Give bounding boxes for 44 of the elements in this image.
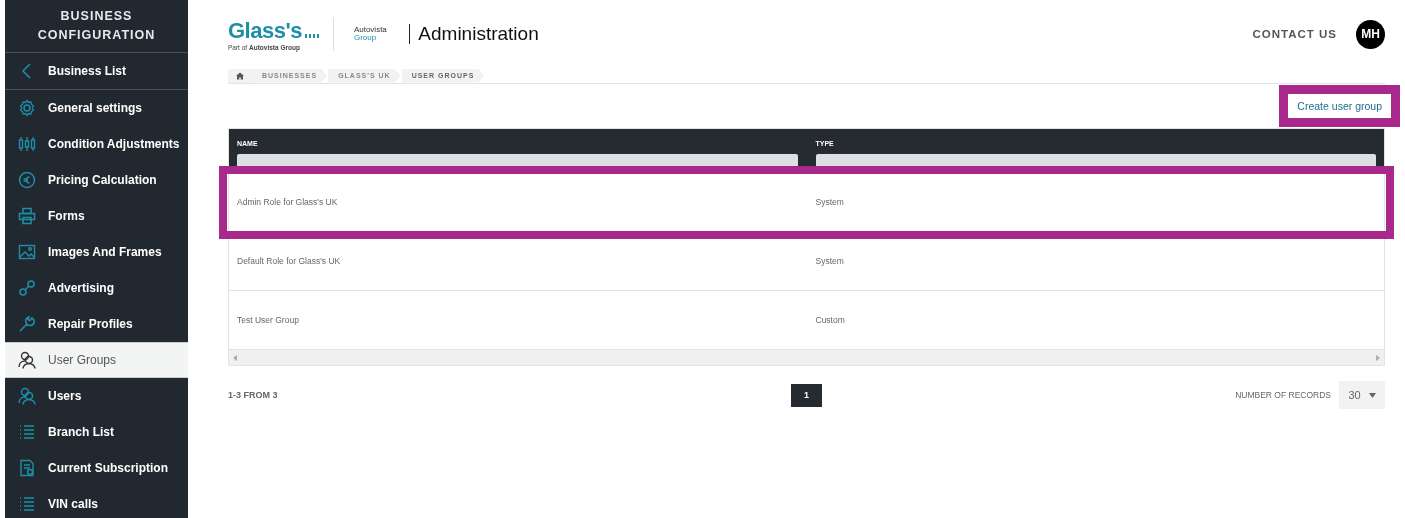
table-cell-text: Custom: [815, 315, 846, 325]
gear-icon: [18, 99, 36, 117]
sidebar-item[interactable]: Images And Frames: [5, 234, 188, 270]
back-link[interactable]: Business List: [5, 53, 188, 90]
sliders-icon: [18, 135, 36, 153]
table-cell-text: Admin Role for Glass's UK: [237, 197, 339, 207]
sidebar-item[interactable]: User Groups: [5, 342, 188, 378]
page-button[interactable]: 1: [791, 383, 822, 407]
sidebar-item[interactable]: Users: [5, 378, 188, 414]
caret-icon: [1368, 392, 1376, 398]
table-row[interactable]: Default Role for Glass's UK System: [229, 232, 1384, 291]
document-icon: [18, 459, 36, 477]
sidebar-item[interactable]: Forms: [5, 198, 188, 234]
printer-icon: [18, 207, 36, 225]
sidebar-item[interactable]: Repair Profiles: [5, 306, 188, 342]
page-title: Administration: [418, 23, 539, 45]
sidebar-title: BUSINESS CONFIGURATION: [36, 8, 157, 44]
sidebar-item[interactable]: Condition Adjustments: [5, 126, 188, 162]
sidebar-item[interactable]: Pricing Calculation: [5, 162, 188, 198]
records-dropdown[interactable]: 30: [1339, 381, 1385, 409]
sidebar-item[interactable]: VIN calls: [5, 486, 188, 518]
records-label: NUMBER OF RECORDS: [1235, 390, 1331, 400]
table-cell-text: System: [815, 197, 845, 207]
sidebar-item[interactable]: General settings: [5, 90, 188, 126]
euro-icon: [18, 171, 36, 189]
table-row[interactable]: Admin Role for Glass's UK System: [226, 173, 1387, 232]
table-cell-text: Test User Group: [237, 315, 300, 325]
contact-link[interactable]: CONTACT US: [1252, 28, 1337, 40]
table-cell-text: Default Role for Glass's UK: [237, 256, 342, 266]
link-icon: [18, 279, 36, 297]
list-icon: [18, 495, 36, 513]
home-icon[interactable]: [228, 68, 252, 83]
partner-logo: Autovista Group: [353, 26, 387, 42]
sidebar-item[interactable]: Branch List: [5, 414, 188, 450]
record-range: 1-3 FROM 3: [228, 390, 279, 400]
image-icon: [18, 243, 36, 261]
users-icon: [18, 387, 36, 405]
table-cell-text: System: [815, 256, 845, 266]
users-icon: [18, 351, 36, 369]
wrench-icon: [18, 315, 36, 333]
sidebar-item[interactable]: Current Subscription: [5, 450, 188, 486]
sidebar-item[interactable]: Advertising: [5, 270, 188, 306]
user-avatar[interactable]: MH: [1356, 19, 1385, 49]
list-icon: [18, 423, 36, 441]
